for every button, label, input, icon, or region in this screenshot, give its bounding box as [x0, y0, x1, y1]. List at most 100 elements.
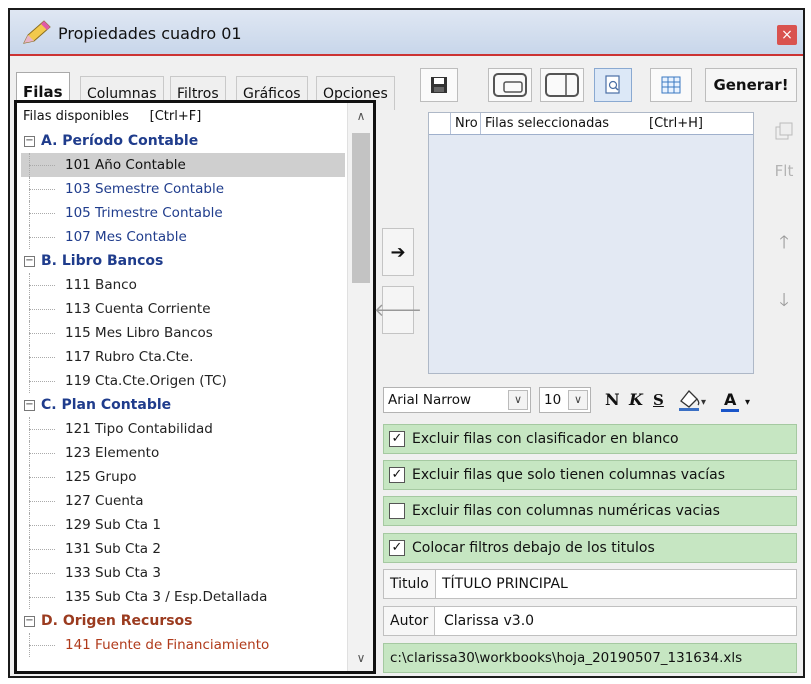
option-label: Excluir filas con columnas numéricas vac…	[412, 503, 720, 519]
layout-top-button[interactable]	[488, 68, 532, 102]
save-button[interactable]	[420, 68, 458, 102]
tree-item[interactable]: 131 Sub Cta 2	[21, 537, 345, 561]
collapse-icon[interactable]: −	[24, 616, 35, 627]
properties-icon[interactable]	[770, 118, 798, 144]
checkbox[interactable]	[389, 503, 405, 519]
move-up-icon[interactable]: 🡑	[770, 232, 798, 258]
font-size-select[interactable]: 10 ∨	[539, 387, 591, 413]
tree-group-periodo[interactable]: − A. Período Contable	[21, 129, 345, 153]
tree-item[interactable]: 129 Sub Cta 1	[21, 513, 345, 537]
rows-tree: − A. Período Contable 101 Año Contable 10…	[21, 129, 345, 657]
tree-item[interactable]: 127 Cuenta	[21, 489, 345, 513]
remove-row-button[interactable]: 🡐	[374, 286, 422, 334]
tree-item[interactable]: 123 Elemento	[21, 441, 345, 465]
italic-button[interactable]: K	[629, 387, 643, 413]
option-exclude-empty-columns[interactable]: ✓ Excluir filas que solo tienen columnas…	[383, 460, 797, 490]
arrow-right-icon: ➔	[390, 241, 406, 263]
option-label: Colocar filtros debajo de los titulos	[412, 540, 655, 556]
grid-button[interactable]	[650, 68, 692, 102]
option-exclude-empty-numeric[interactable]: Excluir filas con columnas numéricas vac…	[383, 496, 797, 526]
pencil-app-icon	[23, 20, 51, 44]
tree-item[interactable]: 105 Trimestre Contable	[21, 201, 345, 225]
tree-item[interactable]: 121 Tipo Contabilidad	[21, 417, 345, 441]
col-filas-seleccionadas[interactable]: Filas seleccionadas	[485, 116, 609, 131]
tree-group-libro-bancos[interactable]: − B. Libro Bancos	[21, 249, 345, 273]
tree-group-origen-recursos[interactable]: − D. Origen Recursos	[21, 609, 345, 633]
author-input[interactable]: Clarissa v3.0	[444, 607, 534, 635]
font-size-value: 10	[544, 392, 562, 408]
collapse-icon[interactable]: −	[24, 256, 35, 267]
layout-side-button[interactable]	[540, 68, 584, 102]
group-label: D. Origen Recursos	[41, 613, 193, 629]
font-color-button[interactable]: A ▾	[721, 387, 757, 413]
page-preview-icon	[605, 75, 620, 94]
font-color-icon: A	[721, 391, 740, 412]
bold-button[interactable]: N	[605, 387, 620, 413]
scroll-up-icon[interactable]: ∧	[348, 105, 373, 127]
save-icon	[431, 77, 447, 93]
tree-item[interactable]: 135 Sub Cta 3 / Esp.Detallada	[21, 585, 345, 609]
author-field: Autor Clarissa v3.0	[383, 606, 797, 636]
group-label: B. Libro Bancos	[41, 253, 164, 269]
filter-button[interactable]: Flt	[770, 158, 798, 184]
strike-button[interactable]: S	[653, 387, 664, 413]
tree-item[interactable]: 101 Año Contable	[21, 153, 345, 177]
tree-group-plan-contable[interactable]: − C. Plan Contable	[21, 393, 345, 417]
group-label: C. Plan Contable	[41, 397, 172, 413]
available-rows-label: Filas disponibles	[23, 109, 129, 124]
add-row-button[interactable]: ➔	[382, 228, 414, 276]
tree-item[interactable]: 115 Mes Libro Bancos	[21, 321, 345, 345]
available-rows-panel: Filas disponibles [Ctrl+F] − A. Período C…	[14, 100, 376, 674]
window-title: Propiedades cuadro 01	[58, 24, 242, 43]
scroll-thumb[interactable]	[352, 133, 370, 283]
available-rows-header: Filas disponibles [Ctrl+F]	[23, 109, 201, 124]
selected-rows-list[interactable]	[429, 135, 753, 373]
paint-bucket-icon: ▾	[679, 390, 706, 411]
chevron-down-icon[interactable]: ∨	[568, 390, 588, 410]
tree-item[interactable]: 125 Grupo	[21, 465, 345, 489]
collapse-icon[interactable]: −	[24, 400, 35, 411]
selected-rows-shortcut: [Ctrl+H]	[649, 116, 703, 131]
generate-button[interactable]: Generar!	[705, 68, 797, 102]
scroll-down-icon[interactable]: ∨	[348, 647, 373, 669]
selected-rows-panel[interactable]: Nro Filas seleccionadas [Ctrl+H]	[428, 112, 754, 374]
font-value: Arial Narrow	[388, 392, 472, 408]
title-bar[interactable]: Propiedades cuadro 01 ×	[10, 10, 803, 56]
tree-item[interactable]: 103 Semestre Contable	[21, 177, 345, 201]
tree-item[interactable]: 117 Rubro Cta.Cte.	[21, 345, 345, 369]
available-rows-shortcut: [Ctrl+F]	[149, 109, 202, 124]
tree-item[interactable]: 141 Fuente de Financiamiento	[21, 633, 345, 657]
rows-scrollbar[interactable]: ∧ ∨	[347, 103, 373, 671]
selected-rows-header: Nro Filas seleccionadas [Ctrl+H]	[429, 113, 753, 135]
output-path[interactable]: c:\clarissa30\workbooks\hoja_20190507_13…	[383, 643, 797, 673]
tree-item[interactable]: 111 Banco	[21, 273, 345, 297]
move-down-icon[interactable]: 🡓	[770, 290, 798, 316]
checkbox[interactable]: ✓	[389, 540, 405, 556]
title-input[interactable]: TÍTULO PRINCIPAL	[442, 570, 568, 598]
checkbox[interactable]: ✓	[389, 467, 405, 483]
font-select[interactable]: Arial Narrow ∨	[383, 387, 531, 413]
checkbox[interactable]: ✓	[389, 431, 405, 447]
title-label: Titulo	[384, 570, 436, 598]
chevron-down-icon: ▾	[744, 397, 750, 408]
format-toolbar: Arial Narrow ∨ 10 ∨ N K S ▾ A ▾	[383, 384, 803, 416]
option-label: Excluir filas que solo tienen columnas v…	[412, 467, 726, 483]
col-nro[interactable]: Nro	[455, 116, 478, 131]
layout-top-icon	[493, 73, 527, 97]
option-filters-below-titles[interactable]: ✓ Colocar filtros debajo de los titulos	[383, 533, 797, 563]
title-field: Titulo TÍTULO PRINCIPAL	[383, 569, 797, 599]
fill-color-button[interactable]: ▾	[677, 387, 713, 413]
page-preview-button[interactable]	[594, 68, 632, 102]
close-button[interactable]: ×	[777, 25, 797, 45]
option-exclude-blank-classifier[interactable]: ✓ Excluir filas con clasificador en blan…	[383, 424, 797, 454]
tree-item[interactable]: 107 Mes Contable	[21, 225, 345, 249]
arrow-left-icon: 🡐	[373, 299, 423, 321]
tree-item[interactable]: 113 Cuenta Corriente	[21, 297, 345, 321]
tree-item[interactable]: 133 Sub Cta 3	[21, 561, 345, 585]
collapse-icon[interactable]: −	[24, 136, 35, 147]
group-label: A. Período Contable	[41, 133, 199, 149]
chevron-down-icon[interactable]: ∨	[508, 390, 528, 410]
author-label: Autor	[384, 607, 436, 635]
option-label: Excluir filas con clasificador en blanco	[412, 431, 679, 447]
tree-item[interactable]: 119 Cta.Cte.Origen (TC)	[21, 369, 345, 393]
